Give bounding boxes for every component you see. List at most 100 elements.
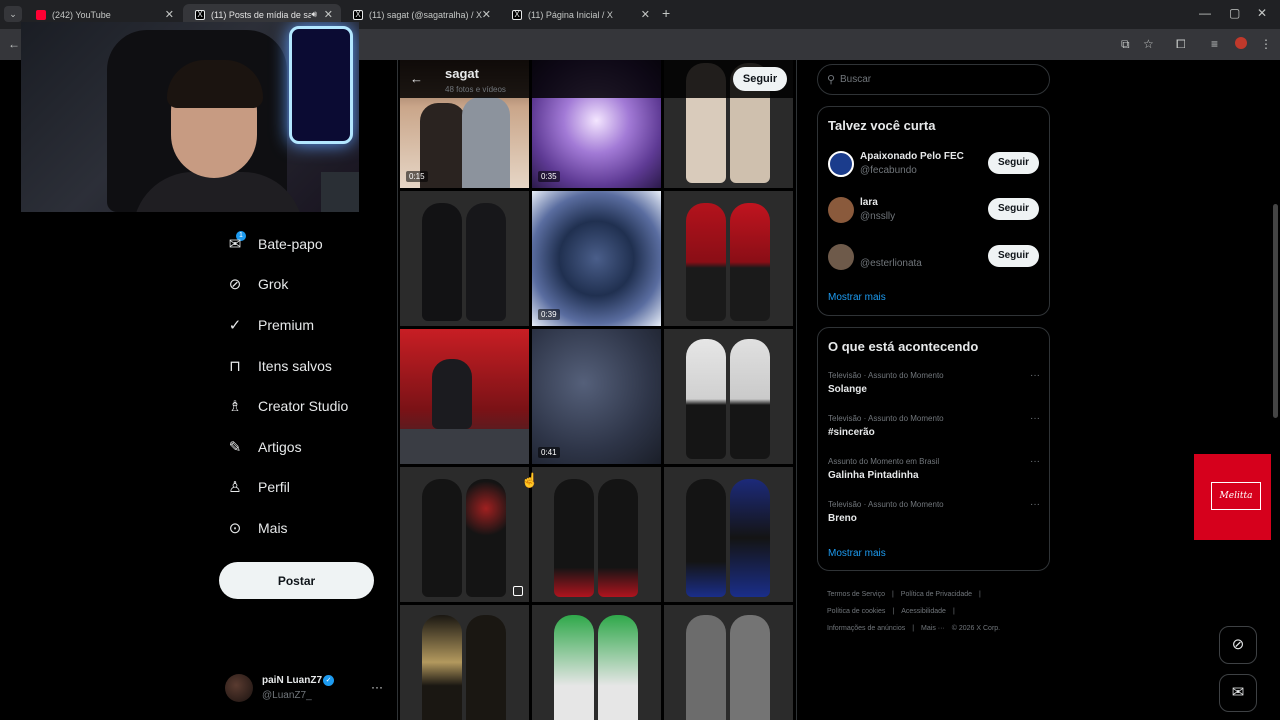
trend-item[interactable]: Televisão · Assunto do Momento Breno ··· xyxy=(828,499,1040,536)
media-tile[interactable] xyxy=(400,605,529,720)
media-figure xyxy=(686,203,726,321)
nav-item-creator-studio[interactable]: ♗ Creator Studio xyxy=(226,391,348,421)
cast-icon[interactable]: ⧉ xyxy=(1121,37,1130,52)
multiple-images-icon xyxy=(513,586,523,596)
suggestion-handle: @nsslly xyxy=(860,211,896,222)
more-options-icon[interactable]: ··· xyxy=(1030,370,1040,381)
media-count: 48 fotos e vídeos xyxy=(445,85,506,94)
media-tile[interactable] xyxy=(664,329,793,464)
show-more-link[interactable]: Mostrar mais xyxy=(828,548,886,559)
video-duration: 0:39 xyxy=(538,309,560,320)
messages-button[interactable]: ✉ xyxy=(1219,674,1257,712)
more-options-icon[interactable]: ··· xyxy=(1030,499,1040,510)
nav-item-grok[interactable]: ⊘ Grok xyxy=(226,269,289,299)
media-figure xyxy=(422,615,462,720)
tab-search-button[interactable]: ⌄ xyxy=(4,6,22,22)
nav-item-profile[interactable]: ♙ Perfil xyxy=(226,472,290,502)
media-control-icon[interactable]: ≡ xyxy=(1211,37,1218,51)
post-button[interactable]: Postar xyxy=(219,562,374,599)
media-figure xyxy=(686,615,726,720)
suggestion-handle: @esterlionata xyxy=(860,258,922,269)
mail-icon: ✉ xyxy=(1231,684,1245,701)
footer-link[interactable]: Política de Privacidade xyxy=(901,591,972,598)
footer-link[interactable]: Termos de Serviço xyxy=(827,591,885,598)
speaker-icon[interactable]: 🔊︎ xyxy=(311,9,317,20)
media-tile[interactable] xyxy=(400,467,529,602)
close-icon[interactable]: ✕ xyxy=(641,8,650,21)
footer-link[interactable]: Mais ··· xyxy=(921,625,945,632)
close-icon[interactable]: ✕ xyxy=(165,8,174,21)
browser-back-button[interactable]: ← xyxy=(8,37,20,51)
browser-menu-icon[interactable]: ⋮ xyxy=(1260,37,1272,51)
footer-link[interactable]: Acessibilidade xyxy=(901,608,946,615)
footer-link[interactable]: Informações de anúncios xyxy=(827,625,905,632)
more-options-icon[interactable]: ··· xyxy=(1030,413,1040,424)
nav-item-articles[interactable]: ✎ Artigos xyxy=(226,432,302,462)
nav-item-more[interactable]: ⊙ Mais xyxy=(226,513,288,543)
media-tile[interactable] xyxy=(664,605,793,720)
promo-banner[interactable]: Melitta xyxy=(1194,454,1280,540)
nav-item-label: Premium xyxy=(258,317,315,333)
close-icon[interactable]: ✕ xyxy=(482,8,491,21)
profile-avatar[interactable] xyxy=(1235,37,1247,49)
suggestion-item[interactable]: @esterlionata Seguir xyxy=(828,242,1040,274)
minimize-button[interactable]: — xyxy=(1199,6,1211,20)
more-options-icon[interactable]: ··· xyxy=(1030,456,1040,467)
media-tile[interactable] xyxy=(532,467,661,602)
close-icon[interactable]: ✕ xyxy=(324,8,333,21)
media-tile[interactable] xyxy=(664,467,793,602)
trend-item[interactable]: Televisão · Assunto do Momento #sincerão… xyxy=(828,413,1040,450)
nav-item-premium[interactable]: ✓ Premium xyxy=(226,310,314,340)
media-figure xyxy=(730,339,770,459)
suggestion-name: lara xyxy=(860,197,878,208)
nav-item-label: Bate-papo xyxy=(258,236,323,252)
search-input[interactable]: Buscar xyxy=(840,74,871,85)
new-tab-button[interactable]: + xyxy=(662,5,670,21)
media-figure xyxy=(432,359,472,429)
nav-item-chat[interactable]: ✉ Bate-papo xyxy=(226,229,323,259)
follow-button[interactable]: Seguir xyxy=(733,67,787,91)
close-window-button[interactable]: ✕ xyxy=(1257,6,1267,20)
trend-item[interactable]: Assunto do Momento em Brasil Galinha Pin… xyxy=(828,456,1040,493)
media-tile[interactable] xyxy=(532,605,661,720)
nav-item-bookmarks[interactable]: ⊓ Itens salvos xyxy=(226,351,332,381)
footer-link[interactable]: Política de cookies xyxy=(827,608,885,615)
media-tile[interactable]: 0:41 xyxy=(532,329,661,464)
media-tile[interactable] xyxy=(400,329,529,464)
account-switcher[interactable]: paiN LuanZ7 ✓ @LuanZ7_ ··· xyxy=(225,672,385,708)
tab-home[interactable]: X (11) Página Inicial / X ✕ xyxy=(500,4,658,26)
follow-button[interactable]: Seguir xyxy=(988,198,1039,220)
profile-name: sagat xyxy=(445,66,479,81)
media-tile[interactable]: 0:39 xyxy=(532,191,661,326)
media-tile[interactable] xyxy=(664,191,793,326)
follow-button[interactable]: Seguir xyxy=(988,152,1039,174)
trend-topic: #sincerão xyxy=(828,427,875,438)
search-box[interactable]: ⚲ Buscar xyxy=(817,64,1050,95)
extensions-icon[interactable]: ⧠ xyxy=(1176,37,1186,52)
brand-logo: Melitta xyxy=(1211,482,1261,510)
suggestion-item[interactable]: Apaixonado Pelo FEC @fecabundo Seguir xyxy=(828,149,1040,181)
media-figure xyxy=(686,339,726,459)
maximize-button[interactable]: ▢ xyxy=(1229,6,1240,20)
media-figure xyxy=(598,479,638,597)
media-column: ← sagat 48 fotos e vídeos Seguir 0:15 0:… xyxy=(397,60,797,720)
page-scrollbar[interactable] xyxy=(1271,60,1280,720)
trend-item[interactable]: Televisão · Assunto do Momento Solange ·… xyxy=(828,370,1040,407)
show-more-link[interactable]: Mostrar mais xyxy=(828,292,886,303)
back-arrow-icon[interactable]: ← xyxy=(410,71,423,86)
tab-sagat-profile[interactable]: X (11) sagat (@sagatralha) / X ✕ xyxy=(341,4,499,26)
star-icon[interactable]: ☆ xyxy=(1143,37,1154,51)
media-tile[interactable] xyxy=(400,191,529,326)
grok-button[interactable]: ⊘ xyxy=(1219,626,1257,664)
media-figure xyxy=(422,203,462,321)
scrollbar-thumb[interactable] xyxy=(1273,204,1278,418)
trend-topic: Galinha Pintadinha xyxy=(828,470,919,481)
video-duration: 0:41 xyxy=(538,447,560,458)
follow-button[interactable]: Seguir xyxy=(988,245,1039,267)
bookmark-icon: ⊓ xyxy=(229,358,241,375)
suggestion-item[interactable]: lara @nsslly Seguir xyxy=(828,195,1040,227)
suggestion-name: Apaixonado Pelo FEC xyxy=(860,151,964,162)
footer-separator: | xyxy=(912,625,915,632)
footer-separator: | xyxy=(892,608,895,615)
more-options-icon[interactable]: ··· xyxy=(371,680,383,694)
